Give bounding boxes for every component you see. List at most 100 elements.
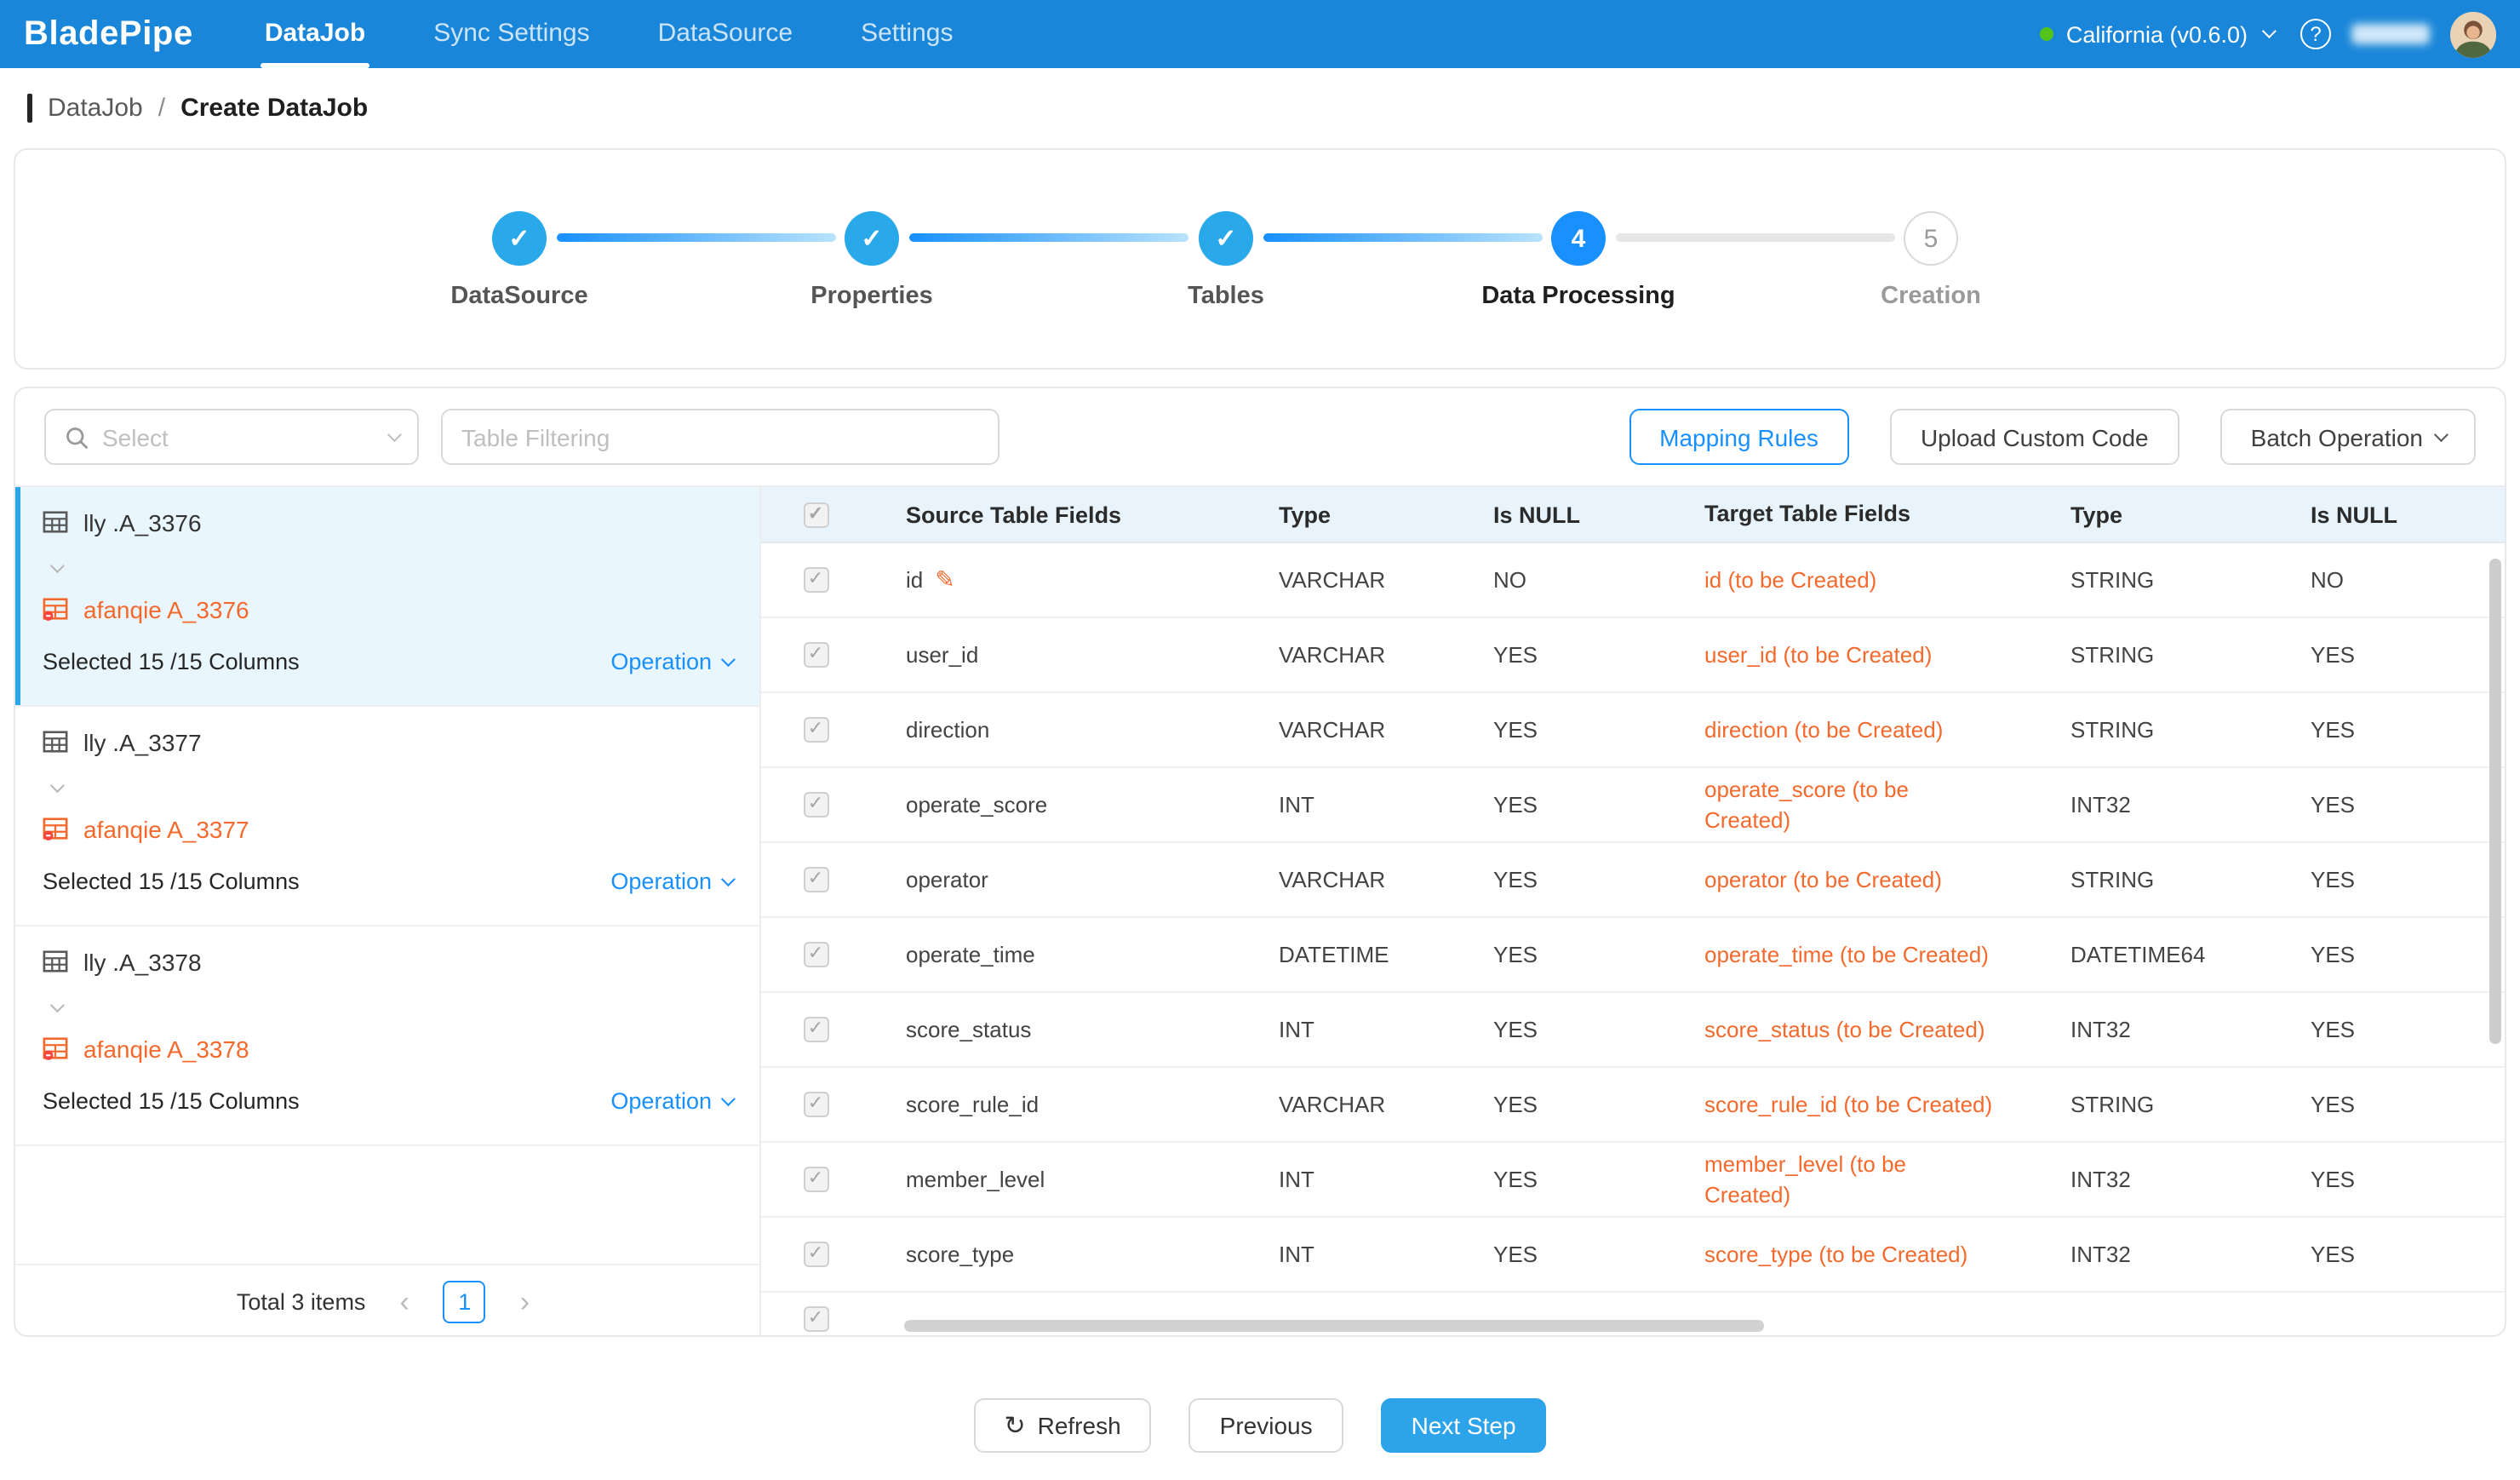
chevron-down-icon bbox=[50, 778, 65, 793]
source-field-name: id bbox=[906, 567, 923, 593]
checkmark-icon: ✓ bbox=[808, 795, 823, 814]
edit-icon[interactable]: ✎ bbox=[935, 565, 954, 594]
breadcrumb-parent[interactable]: DataJob bbox=[48, 94, 143, 123]
target-field-type: INT32 bbox=[2035, 792, 2277, 817]
mapping-rules-button[interactable]: Mapping Rules bbox=[1629, 409, 1849, 465]
pagination-prev-button[interactable]: ‹ bbox=[391, 1287, 417, 1316]
list-pagination: Total 3 items ‹ 1 › bbox=[15, 1264, 759, 1337]
step-label-creation: Creation bbox=[1881, 283, 1981, 310]
row-checkbox[interactable]: ✓ bbox=[803, 1306, 828, 1332]
table-row: ✓ user_id VARCHAR YES user_id (to be Cre… bbox=[761, 618, 2505, 693]
row-checkbox[interactable]: ✓ bbox=[803, 942, 828, 967]
target-table-icon bbox=[43, 816, 68, 841]
target-field-isnull: NO bbox=[2277, 567, 2505, 593]
checkmark-icon: ✓ bbox=[808, 1170, 823, 1189]
avatar[interactable] bbox=[2450, 11, 2496, 57]
chevron-down-icon bbox=[2434, 427, 2448, 441]
target-field-isnull: YES bbox=[2277, 717, 2505, 743]
row-checkbox[interactable]: ✓ bbox=[803, 642, 828, 668]
header-checkbox[interactable]: ✓ bbox=[803, 502, 828, 527]
table-list-item[interactable]: lly .A_3376 afa bbox=[15, 487, 759, 707]
row-checkbox[interactable]: ✓ bbox=[803, 567, 828, 593]
row-checkbox[interactable]: ✓ bbox=[803, 792, 828, 817]
refresh-icon: ↻ bbox=[1004, 1413, 1025, 1438]
source-field-isnull: YES bbox=[1464, 1167, 1665, 1192]
nav-item-sync-settings[interactable]: Sync Settings bbox=[410, 0, 613, 68]
table-row: ✓ score_type INT YES score_type (to be C… bbox=[761, 1218, 2505, 1293]
target-field-name: operate_score (to be Created) bbox=[1665, 775, 2035, 835]
region-selector[interactable]: California (v0.6.0) bbox=[2041, 21, 2273, 47]
username-blurred bbox=[2351, 24, 2430, 44]
vertical-scrollbar-thumb[interactable] bbox=[2489, 559, 2501, 1044]
check-icon: ✓ bbox=[1215, 223, 1236, 254]
step-circle-tables[interactable]: ✓ bbox=[1199, 211, 1253, 266]
previous-button[interactable]: Previous bbox=[1189, 1398, 1343, 1453]
nav-item-datasource[interactable]: DataSource bbox=[634, 0, 816, 68]
source-field-type: INT bbox=[1240, 792, 1464, 817]
source-field-type: DATETIME bbox=[1240, 942, 1464, 967]
table-row: ✓ score_rule_id VARCHAR YES score_rule_i… bbox=[761, 1068, 2505, 1143]
table-list-item[interactable]: lly .A_3378 afa bbox=[15, 926, 759, 1146]
step-circle-creation[interactable]: 5 bbox=[1904, 211, 1958, 266]
row-checkbox[interactable]: ✓ bbox=[803, 1017, 828, 1042]
source-field-isnull: YES bbox=[1464, 867, 1665, 892]
table-list-item[interactable]: lly .A_3377 afa bbox=[15, 707, 759, 926]
check-icon: ✓ bbox=[508, 223, 530, 254]
operation-link[interactable]: Operation bbox=[610, 1088, 732, 1114]
table-filter-input[interactable] bbox=[441, 409, 999, 465]
source-field-type: VARCHAR bbox=[1240, 567, 1464, 593]
target-field-type: STRING bbox=[2035, 717, 2277, 743]
table-row: ✓ id ✎ VARCHAR NO id (to be Created) STR… bbox=[761, 543, 2505, 618]
pagination-page-1[interactable]: 1 bbox=[444, 1280, 486, 1322]
table-row: ✓ operate_time DATETIME YES operate_time… bbox=[761, 918, 2505, 993]
table-row: ✓ score_status INT YES score_status (to … bbox=[761, 993, 2505, 1068]
target-field-isnull: YES bbox=[2277, 1017, 2505, 1042]
row-checkbox[interactable]: ✓ bbox=[803, 867, 828, 892]
stepper-card: ✓ ✓ ✓ 4 5 DataSource Properties Tables D… bbox=[14, 148, 2506, 370]
source-table-name: lly .A_3378 bbox=[83, 948, 202, 975]
header-source-isnull: Is NULL bbox=[1464, 502, 1665, 527]
header-source-fields: Source Table Fields bbox=[870, 502, 1240, 527]
operation-label: Operation bbox=[610, 869, 712, 894]
table-icon bbox=[43, 729, 68, 754]
operation-link[interactable]: Operation bbox=[610, 649, 732, 674]
nav-item-datajob[interactable]: DataJob bbox=[241, 0, 389, 68]
target-table-name: afanqie A_3376 bbox=[83, 595, 249, 622]
next-step-button[interactable]: Next Step bbox=[1381, 1398, 1547, 1453]
table-row: ✓ operate_score INT YES operate_score (t… bbox=[761, 768, 2505, 843]
target-field-name: id (to be Created) bbox=[1665, 565, 2035, 594]
breadcrumb-marker bbox=[27, 94, 32, 123]
checkmark-icon: ✓ bbox=[808, 1095, 823, 1114]
nav-item-settings[interactable]: Settings bbox=[837, 0, 976, 68]
breadcrumb-separator: / bbox=[158, 94, 165, 123]
chevron-down-icon bbox=[387, 427, 402, 441]
target-field-isnull: YES bbox=[2277, 642, 2505, 668]
chevron-down-icon bbox=[721, 652, 736, 667]
refresh-button[interactable]: ↻ Refresh bbox=[973, 1398, 1151, 1453]
row-checkbox[interactable]: ✓ bbox=[803, 1092, 828, 1117]
target-table-name: afanqie A_3377 bbox=[83, 815, 249, 842]
help-icon[interactable]: ? bbox=[2300, 19, 2331, 49]
step-number: 4 bbox=[1572, 224, 1586, 253]
header-source-type: Type bbox=[1240, 502, 1464, 527]
table-select-dropdown[interactable]: Select bbox=[44, 409, 419, 465]
table-icon bbox=[43, 949, 68, 974]
step-circle-data-processing[interactable]: 4 bbox=[1551, 211, 1606, 266]
target-field-name: score_type (to be Created) bbox=[1665, 1239, 2035, 1269]
app-root: BladePipe DataJob Sync Settings DataSour… bbox=[0, 0, 2520, 1480]
breadcrumb: DataJob / Create DataJob bbox=[0, 68, 2520, 148]
step-circle-properties[interactable]: ✓ bbox=[845, 211, 899, 266]
operation-link[interactable]: Operation bbox=[610, 869, 732, 894]
row-checkbox[interactable]: ✓ bbox=[803, 1167, 828, 1192]
pagination-next-button[interactable]: › bbox=[512, 1287, 538, 1316]
batch-operation-button[interactable]: Batch Operation bbox=[2220, 409, 2476, 465]
source-field-isnull: YES bbox=[1464, 1242, 1665, 1267]
step-number: 5 bbox=[1924, 224, 1939, 253]
horizontal-scrollbar-thumb[interactable] bbox=[904, 1320, 1764, 1332]
chevron-down-icon bbox=[721, 1092, 736, 1106]
row-checkbox[interactable]: ✓ bbox=[803, 1242, 828, 1267]
checkmark-icon: ✓ bbox=[808, 505, 823, 524]
upload-custom-code-button[interactable]: Upload Custom Code bbox=[1890, 409, 2179, 465]
step-circle-datasource[interactable]: ✓ bbox=[492, 211, 547, 266]
row-checkbox[interactable]: ✓ bbox=[803, 717, 828, 743]
